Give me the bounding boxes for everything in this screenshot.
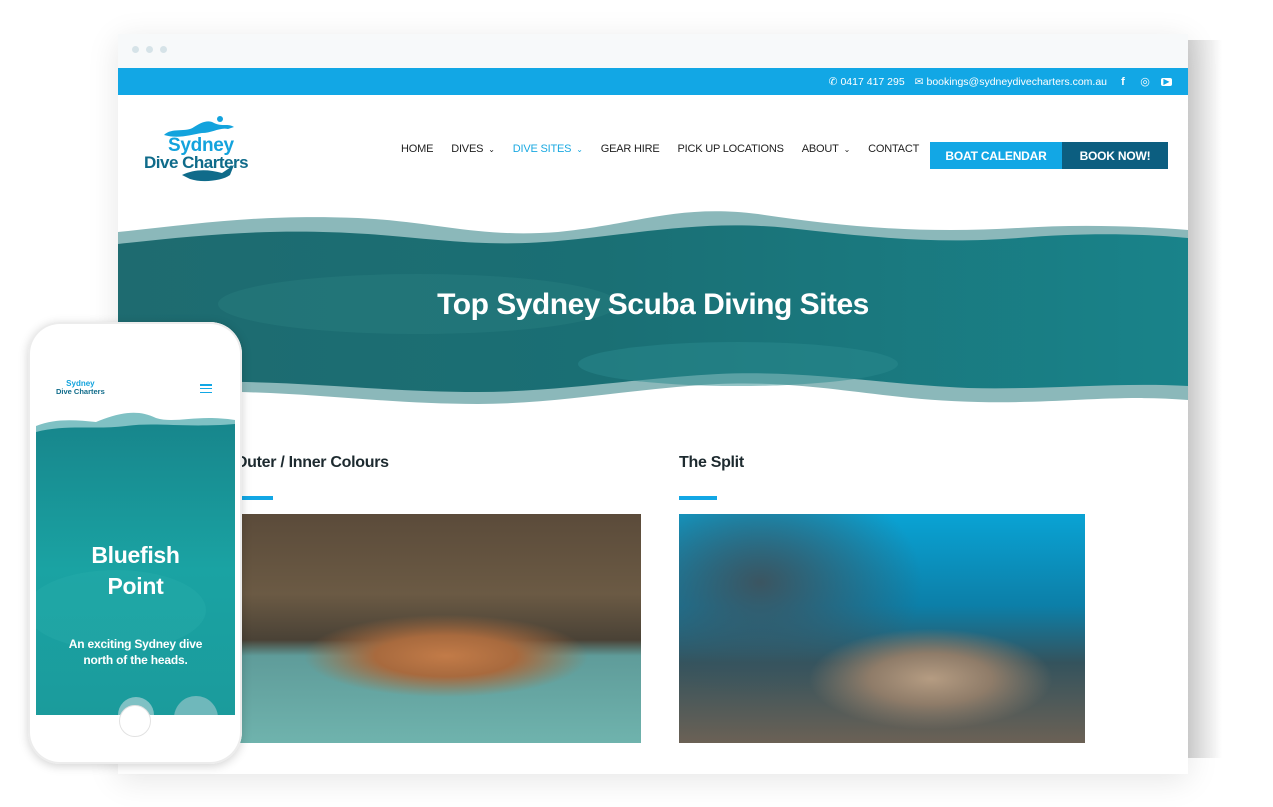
nav-dive-sites-label: DIVE SITES — [512, 143, 572, 155]
nav-dives-label: DIVES — [451, 143, 484, 155]
phone-icon: ✆ — [828, 75, 838, 88]
window-dot-minimize[interactable] — [146, 46, 153, 53]
nav-dive-sites[interactable]: DIVE SITES ⌄ — [513, 143, 583, 155]
nav-contact-label: CONTACT — [868, 143, 920, 155]
mobile-phone-mockup: Sydney Dive Charters Bluefish Point An e… — [28, 322, 242, 764]
site-card-the-split: The Split — [679, 454, 1085, 743]
shark-photo[interactable] — [679, 514, 1085, 743]
phone-home-button[interactable] — [119, 705, 151, 737]
nav-contact[interactable]: CONTACT — [868, 143, 919, 155]
mobile-hero: Bluefish Point An exciting Sydney dive nor… — [36, 410, 235, 715]
hero-banner: Top Sydney Scuba Diving Sites — [118, 204, 1188, 414]
nav-about[interactable]: ABOUT ⌄ — [801, 143, 851, 155]
chevron-down-icon: ⌄ — [576, 144, 583, 154]
mobile-hero-subtitle: An exciting Sydney dive north of the head… — [68, 637, 203, 667]
site-card-title[interactable]: The Split — [679, 454, 1085, 472]
nav-about-label: ABOUT — [801, 143, 839, 155]
youtube-icon[interactable]: ▶ — [1161, 77, 1172, 86]
email-address: bookings@sydneydivecharters.com.au — [926, 75, 1108, 88]
chevron-down-icon: ⌄ — [488, 144, 495, 154]
instagram-icon[interactable]: ◎ — [1139, 76, 1151, 88]
nav-gear-hire-label: GEAR HIRE — [600, 143, 660, 155]
lobster-photo[interactable] — [235, 514, 641, 743]
site-header: Sydney Dive Charters HOME DIVES ⌄ DIVE SI… — [118, 95, 1188, 213]
book-now-button[interactable]: BOOK NOW! — [1062, 142, 1168, 169]
phone-number: 0417 417 295 — [840, 75, 905, 88]
logo-line-2: Dive Charters — [144, 153, 249, 172]
chevron-down-icon: ⌄ — [843, 144, 851, 154]
nav-dives[interactable]: DIVES ⌄ — [451, 143, 495, 155]
phone-screen: Sydney Dive Charters Bluefish Point An e… — [36, 362, 235, 715]
window-dot-maximize[interactable] — [160, 46, 167, 53]
browser-shadow — [1188, 40, 1222, 758]
site-card-outer-inner-colours: Outer / Inner Colours — [235, 454, 641, 743]
site-logo[interactable]: Sydney Dive Charters — [142, 113, 262, 191]
boat-calendar-button[interactable]: BOAT CALENDAR — [930, 142, 1062, 169]
title-underline — [679, 496, 717, 500]
facebook-icon[interactable]: f — [1117, 76, 1129, 88]
nav-pick-up-locations[interactable]: PICK UP LOCATIONS — [678, 143, 784, 155]
nav-gear-hire[interactable]: GEAR HIRE — [601, 143, 660, 155]
mobile-site-logo[interactable]: Sydney Dive Charters — [56, 380, 105, 396]
main-nav: HOME DIVES ⌄ DIVE SITES ⌄ GEAR HIRE PICK U… — [401, 143, 937, 155]
hamburger-menu-icon[interactable] — [200, 384, 212, 393]
browser-chrome — [118, 34, 1188, 68]
phone-link[interactable]: ✆ 0417 417 295 — [829, 76, 905, 88]
nav-home[interactable]: HOME — [401, 143, 433, 155]
envelope-icon: ✉ — [914, 75, 924, 88]
email-link[interactable]: ✉ bookings@sydneydivecharters.com.au — [915, 76, 1107, 88]
desktop-browser-mockup: ✆ 0417 417 295 ✉ bookings@sydneydivechar… — [118, 34, 1188, 774]
nav-home-label: HOME — [401, 143, 434, 155]
hero-title: Top Sydney Scuba Diving Sites — [437, 288, 869, 321]
window-controls — [132, 46, 167, 53]
nav-pick-up-label: PICK UP LOCATIONS — [677, 143, 784, 155]
mobile-logo-line-2: Dive Charters — [56, 387, 105, 396]
window-dot-close[interactable] — [132, 46, 139, 53]
contact-topbar: ✆ 0417 417 295 ✉ bookings@sydneydivechar… — [118, 68, 1188, 95]
site-card-title[interactable]: Outer / Inner Colours — [235, 454, 641, 472]
mobile-hero-title: Bluefish Point — [91, 542, 180, 599]
